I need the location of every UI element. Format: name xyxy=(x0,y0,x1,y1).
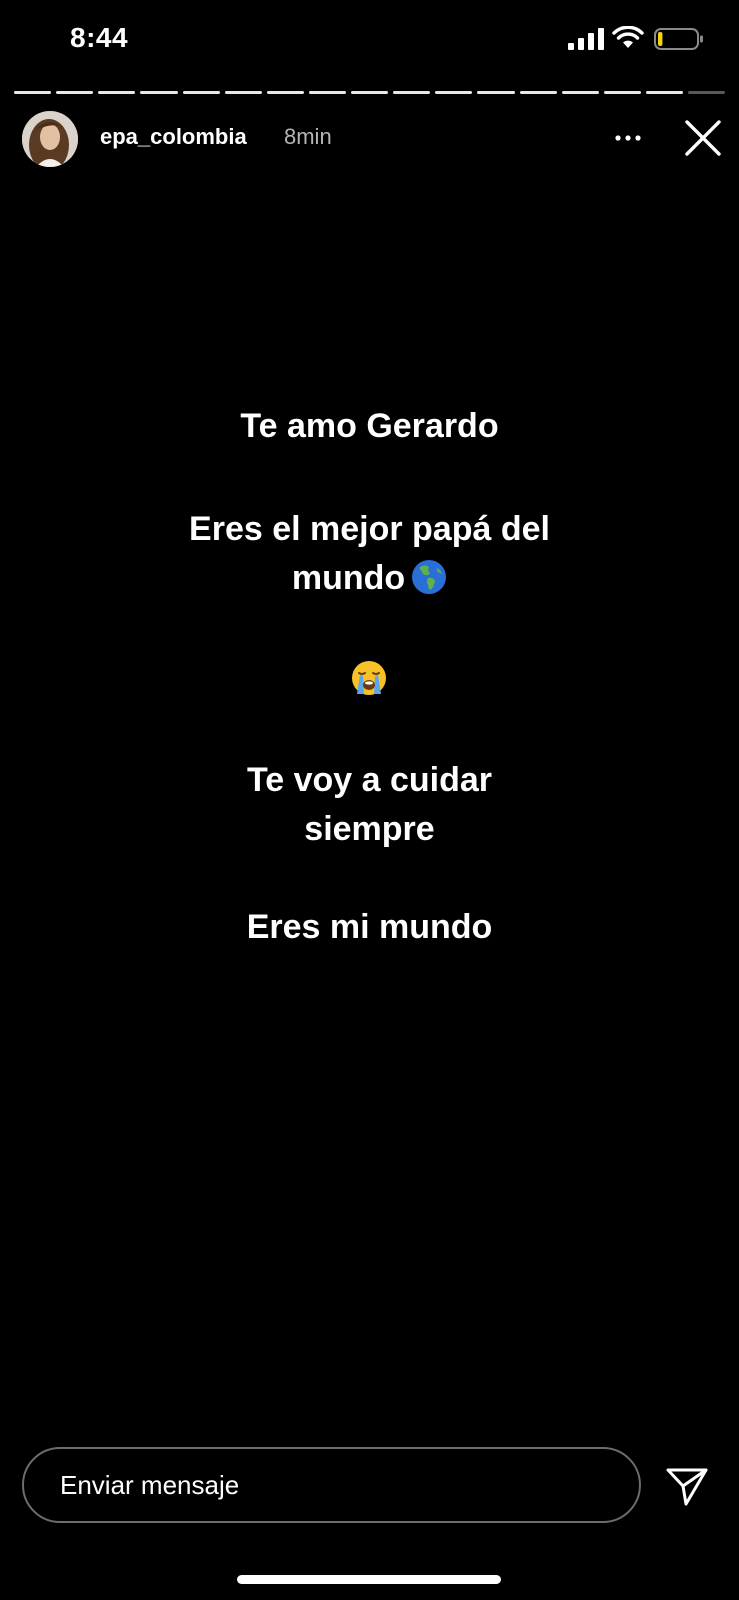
story-progress-fill xyxy=(351,91,389,94)
status-time: 8:44 xyxy=(70,22,129,53)
story-time-ago: 8min xyxy=(284,124,332,149)
story-progress-fill xyxy=(182,91,220,94)
story-progress-segment xyxy=(688,91,726,94)
story-progress-fill xyxy=(435,91,473,94)
story-progress-segment xyxy=(561,91,599,94)
story-progress-segment xyxy=(351,91,389,94)
story-text-line-3a: Te voy a cuidar xyxy=(246,761,493,799)
cellular-signal-icon xyxy=(568,28,604,50)
home-indicator xyxy=(237,1575,501,1584)
story-progress-segment xyxy=(14,91,52,94)
story-username[interactable]: epa_colombia xyxy=(100,124,247,150)
story-progress-fill xyxy=(603,91,641,94)
story-progress-segment xyxy=(308,91,346,94)
story-progress-fill xyxy=(308,91,346,94)
story-progress-segment xyxy=(140,91,178,94)
story-text-line-2a: Eres el mejor papá del xyxy=(189,510,550,548)
story-progress-fill xyxy=(393,91,431,94)
story-progress-fill xyxy=(224,91,262,94)
battery-low-icon xyxy=(654,28,703,50)
wifi-icon xyxy=(612,26,644,48)
story-progress-fill xyxy=(56,91,94,94)
close-icon[interactable] xyxy=(684,119,722,157)
story-text-line-1: Te amo Gerardo xyxy=(240,407,499,445)
status-bar: 8:44 xyxy=(0,0,739,80)
story-progress-segment xyxy=(435,91,473,94)
story-text-line-3b: siempre xyxy=(304,810,435,848)
story-progress-segment xyxy=(519,91,557,94)
more-horizontal-icon[interactable] xyxy=(608,124,648,154)
loudly-crying-face-emoji xyxy=(352,661,386,695)
avatar-image xyxy=(22,111,78,167)
send-paper-plane-icon[interactable] xyxy=(666,1466,708,1506)
globe-americas-emoji xyxy=(412,560,447,594)
story-progress-segment xyxy=(56,91,94,94)
story-progress-bar xyxy=(14,91,726,95)
story-progress-segment xyxy=(224,91,262,94)
story-progress-fill xyxy=(140,91,178,94)
story-progress-segment xyxy=(266,91,304,94)
story-progress-segment xyxy=(645,91,683,94)
story-progress-segment xyxy=(603,91,641,94)
story-text-line-4: Eres mi mundo xyxy=(246,908,493,946)
story-progress-fill xyxy=(519,91,557,94)
story-progress-fill xyxy=(98,91,136,94)
avatar[interactable] xyxy=(22,111,78,167)
story-progress-fill xyxy=(477,91,515,94)
story-progress-fill xyxy=(266,91,304,94)
story-progress-segment xyxy=(182,91,220,94)
story-progress-fill xyxy=(561,91,599,94)
story-text-line-2: mundo xyxy=(0,554,739,603)
story-progress-fill xyxy=(14,91,52,94)
story-progress-segment xyxy=(98,91,136,94)
story-text-line-2b: mundo xyxy=(291,559,406,597)
story-progress-segment xyxy=(393,91,431,94)
story-progress-fill xyxy=(645,91,683,94)
story-progress-segment xyxy=(477,91,515,94)
message-input[interactable]: Enviar mensaje xyxy=(22,1447,641,1523)
